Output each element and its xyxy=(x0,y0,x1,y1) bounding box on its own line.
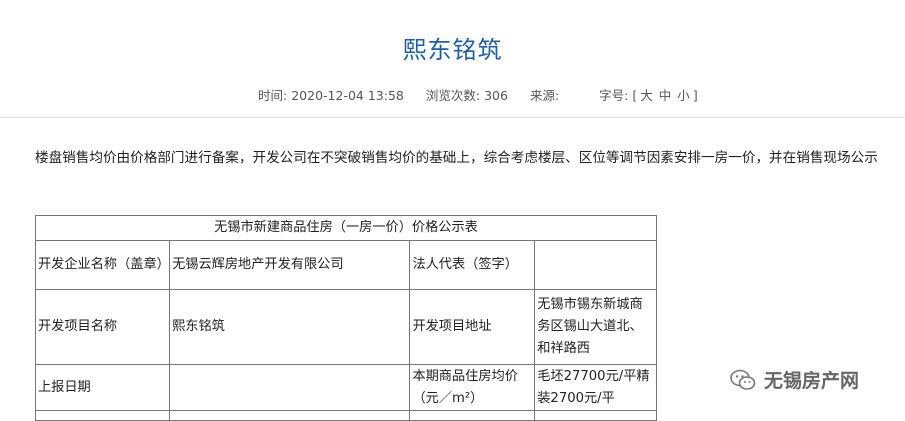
table-row: 开发项目名称 熙东铭筑 开发项目地址 无锡市锡东新城商务区锡山大道北、和祥路西 xyxy=(34,289,657,365)
header-divider xyxy=(0,117,905,118)
table-cell xyxy=(409,410,536,421)
table-cell: 无锡市锡东新城商务区锡山大道北、和祥路西 xyxy=(534,289,657,365)
table-cell: 开发项目地址 xyxy=(409,289,536,365)
font-size-medium-button[interactable]: 中 xyxy=(659,85,672,104)
font-size-large-button[interactable]: 大 xyxy=(640,85,653,104)
table-cell xyxy=(34,410,171,421)
article-title: 熙东铭筑 xyxy=(402,36,503,64)
table-cell xyxy=(534,410,657,421)
table-cell: 开发项目名称 xyxy=(34,289,171,365)
price-table: 无锡市新建商品住房（一房一价）价格公示表 开发企业名称（盖章） 无锡云辉房地产开… xyxy=(34,215,657,421)
watermark-text: 无锡房产网 xyxy=(764,370,860,392)
font-size-close-bracket: ] xyxy=(692,88,698,103)
font-size-open-bracket: [ xyxy=(632,88,638,103)
table-cell xyxy=(169,364,411,411)
views-value: 306 xyxy=(484,88,508,103)
table-row xyxy=(34,410,657,421)
article-meta: 时间: 2020-12-04 13:58 浏览次数: 306 来源: 字号:[大中小] xyxy=(258,85,698,104)
views-label: 浏览次数: xyxy=(425,88,481,103)
table-cell: 法人代表（签字） xyxy=(409,240,536,290)
table-cell: 开发企业名称（盖章） xyxy=(34,240,171,290)
intro-paragraph: 楼盘销售均价由价格部门进行备案，开发公司在不突破销售均价的基础上，综合考虑楼层、… xyxy=(35,150,878,166)
font-size-label: 字号: xyxy=(599,88,629,103)
table-cell: 熙东铭筑 xyxy=(169,289,411,365)
table-caption: 无锡市新建商品住房（一房一价）价格公示表 xyxy=(35,215,657,241)
source-label: 来源: xyxy=(529,88,560,103)
wechat-icon xyxy=(730,369,756,390)
table-cell: 本期商品住房均价（元／m²） xyxy=(409,364,536,411)
time-label: 时间: xyxy=(258,88,288,103)
table-cell xyxy=(534,240,657,290)
time-value: 2020-12-04 13:58 xyxy=(291,88,404,103)
table-row: 上报日期 本期商品住房均价（元／m²） 毛坯27700元/平精装2700元/平 xyxy=(34,364,657,411)
table-caption-row: 无锡市新建商品住房（一房一价）价格公示表 xyxy=(35,215,657,241)
table-cell xyxy=(169,410,411,421)
watermark: 无锡房产网 xyxy=(730,366,859,393)
table-cell: 毛坯27700元/平精装2700元/平 xyxy=(534,364,657,411)
table-row: 开发企业名称（盖章） 无锡云辉房地产开发有限公司 法人代表（签字） xyxy=(34,240,657,290)
table-cell: 上报日期 xyxy=(34,364,171,411)
font-size-small-button[interactable]: 小 xyxy=(677,85,690,104)
table-cell: 无锡云辉房地产开发有限公司 xyxy=(169,240,411,290)
